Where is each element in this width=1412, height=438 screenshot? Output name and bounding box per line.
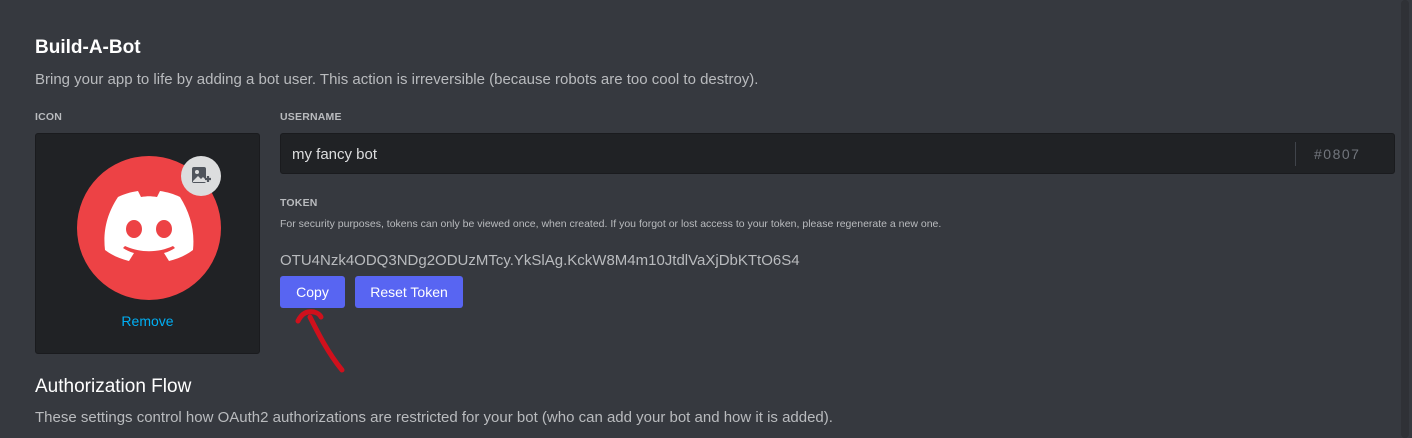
remove-icon-link[interactable]: Remove — [36, 313, 259, 329]
bot-settings-page: Build-A-Bot Bring your app to life by ad… — [0, 0, 1412, 438]
discord-logo-icon — [104, 191, 194, 261]
upload-image-button[interactable] — [181, 156, 221, 196]
reset-token-button[interactable]: Reset Token — [355, 276, 463, 308]
icon-label: ICON — [35, 111, 63, 123]
section-description: Bring your app to life by adding a bot u… — [35, 71, 759, 88]
scrollbar-track[interactable] — [1398, 0, 1412, 438]
token-value: OTU4Nzk4ODQ3NDg2ODUzMTcy.YkSlAg.KckW8M4m… — [280, 252, 800, 269]
auth-flow-description: These settings control how OAuth2 author… — [35, 409, 833, 426]
discriminator: #0807 — [1314, 146, 1361, 162]
icon-uploader[interactable]: Remove — [35, 133, 260, 354]
section-title: Build-A-Bot — [35, 37, 141, 58]
username-label: USERNAME — [280, 111, 342, 123]
divider — [1295, 142, 1296, 166]
username-value[interactable]: my fancy bot — [292, 146, 377, 163]
token-label: TOKEN — [280, 197, 318, 209]
auth-flow-title: Authorization Flow — [35, 376, 192, 397]
annotation-arrow-icon — [295, 309, 345, 373]
scrollbar-thumb[interactable] — [1401, 0, 1409, 438]
token-help-text: For security purposes, tokens can only b… — [280, 218, 942, 230]
copy-button[interactable]: Copy — [280, 276, 345, 308]
image-add-icon — [192, 167, 211, 183]
username-field[interactable]: my fancy bot #0807 — [280, 133, 1395, 174]
